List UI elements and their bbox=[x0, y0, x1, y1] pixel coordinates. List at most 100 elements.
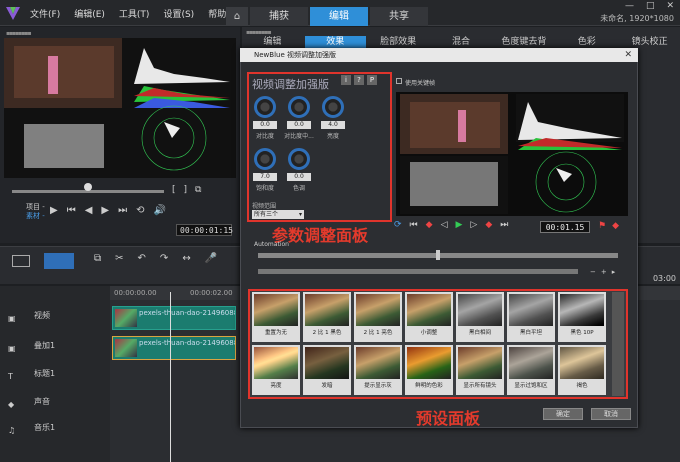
info-button[interactable]: i bbox=[341, 75, 351, 85]
maximize-icon[interactable]: □ bbox=[646, 1, 655, 11]
split-icon[interactable]: ⧉ bbox=[195, 185, 201, 195]
track-overlay[interactable]: ▣ 叠加1 bbox=[0, 338, 110, 360]
subtab-color[interactable]: 色彩 bbox=[556, 36, 617, 48]
end-icon[interactable]: ⏭ bbox=[118, 205, 127, 216]
preset-item[interactable]: 黑白平坦 bbox=[507, 292, 555, 342]
preset-item[interactable]: 小调整 bbox=[405, 292, 453, 342]
start-icon[interactable]: ⏮ bbox=[410, 220, 418, 230]
fit-icon[interactable]: ↔ bbox=[182, 253, 190, 264]
playhead[interactable] bbox=[170, 292, 171, 462]
options-tabs: 编辑 效果 脸部效果 混合 色度键去背 色彩 镜头校正 bbox=[242, 36, 680, 48]
scrubber-handle[interactable] bbox=[84, 183, 92, 191]
start-icon[interactable]: ⏮ bbox=[67, 205, 76, 216]
brightness-value[interactable]: 4.0 bbox=[321, 121, 345, 129]
menu-edit[interactable]: 编辑(E) bbox=[74, 7, 105, 20]
keyframe-next-icon[interactable]: ◆ bbox=[485, 220, 492, 230]
tab-edit[interactable]: 编辑 bbox=[310, 7, 368, 26]
prev-frame-icon[interactable]: ◁ bbox=[441, 220, 448, 230]
tab-capture[interactable]: 捕获 bbox=[250, 7, 308, 26]
ok-button[interactable]: 确定 bbox=[543, 408, 583, 420]
scissors-icon[interactable]: ✂ bbox=[115, 253, 123, 264]
end-icon[interactable]: ⏭ bbox=[500, 220, 508, 230]
subtab-face[interactable]: 脸部效果 bbox=[368, 36, 429, 48]
preset-item[interactable]: 提示显示灰 bbox=[354, 345, 402, 395]
preset-item[interactable]: 2 比 1 黑色 bbox=[303, 292, 351, 342]
timeline-view-icon[interactable] bbox=[44, 253, 74, 269]
prev-frame-icon[interactable]: ◀ bbox=[85, 205, 93, 216]
title-track-icon: T bbox=[8, 372, 13, 381]
subtab-lens[interactable]: 镜头校正 bbox=[619, 36, 680, 48]
preset-item[interactable]: 重置为无 bbox=[252, 292, 300, 342]
volume-icon[interactable]: 🔊 bbox=[154, 205, 166, 216]
copy-icon[interactable]: ⧉ bbox=[94, 253, 101, 264]
home-icon[interactable]: ⌂ bbox=[226, 7, 248, 26]
preset-button[interactable]: P bbox=[367, 75, 377, 85]
hue-knob[interactable] bbox=[288, 148, 310, 170]
preset-item[interactable]: 黑色 10P bbox=[558, 292, 606, 342]
subtab-blend[interactable]: 混合 bbox=[431, 36, 492, 48]
mark-in-icon[interactable]: [ bbox=[172, 185, 176, 195]
preset-item[interactable]: 2 比 1 亮色 bbox=[354, 292, 402, 342]
preset-item[interactable]: 发暗 bbox=[303, 345, 351, 395]
zoom-out-icon[interactable]: − bbox=[590, 268, 596, 276]
subtab-effects[interactable]: 效果 bbox=[304, 36, 366, 48]
automation-handle[interactable] bbox=[436, 250, 440, 260]
undo-icon[interactable]: ↶ bbox=[138, 253, 146, 264]
video-clip[interactable]: pexels-thuan-dao-2149608801-3 bbox=[112, 306, 236, 330]
hue-value[interactable]: 0.0 bbox=[287, 173, 311, 181]
dialog-close-icon[interactable]: ✕ bbox=[624, 50, 632, 60]
player-timecode[interactable]: 00:00:01:15 bbox=[176, 224, 233, 236]
preset-item[interactable]: 显示所有镜头 bbox=[456, 345, 504, 395]
dialog-timecode[interactable]: 00:01.15 bbox=[540, 221, 590, 233]
help-button[interactable]: ? bbox=[354, 75, 364, 85]
contrast-mid-knob[interactable] bbox=[288, 96, 310, 118]
track-title[interactable]: T 标题1 bbox=[0, 366, 110, 388]
menu-tools[interactable]: 工具(T) bbox=[119, 7, 150, 20]
preset-item[interactable]: 显示过饱和区 bbox=[507, 345, 555, 395]
contrast-knob[interactable] bbox=[254, 96, 276, 118]
play-icon[interactable]: ▶ bbox=[50, 205, 58, 216]
clip-mode[interactable]: 素材 - bbox=[26, 211, 45, 221]
mic-icon[interactable]: 🎤 bbox=[205, 253, 217, 264]
preset-item[interactable]: 鲜明的色彩 bbox=[405, 345, 453, 395]
tab-share[interactable]: 共享 bbox=[370, 7, 428, 26]
subtab-edit[interactable]: 编辑 bbox=[242, 36, 303, 48]
preset-item[interactable]: 黑白相间 bbox=[456, 292, 504, 342]
next-frame-icon[interactable]: ▶ bbox=[101, 205, 109, 216]
repeat-icon[interactable]: ⟲ bbox=[136, 205, 144, 216]
subtab-chroma[interactable]: 色度键去背 bbox=[493, 36, 554, 48]
preset-item[interactable]: 褐色 bbox=[558, 345, 606, 395]
keyframe-prev-icon[interactable]: ◆ bbox=[426, 220, 433, 230]
scroll-right-icon[interactable]: ▸ bbox=[612, 268, 616, 276]
loop-icon[interactable]: ⟳ bbox=[394, 220, 402, 230]
zoom-in-icon[interactable]: + bbox=[601, 268, 607, 276]
preset-item[interactable]: 亮度 bbox=[252, 345, 300, 395]
menu-settings[interactable]: 设置(S) bbox=[163, 7, 194, 20]
overlay-clip[interactable]: pexels-thuan-dao-2149608801-3 bbox=[112, 336, 236, 360]
close-icon[interactable]: ✕ bbox=[666, 1, 674, 11]
track-video[interactable]: ▣ 视频 bbox=[0, 308, 110, 330]
saturation-value[interactable]: 7.0 bbox=[253, 173, 277, 181]
track-music[interactable]: ♫ 音乐1 bbox=[0, 420, 110, 442]
diamond-icon[interactable]: ◆ bbox=[612, 221, 619, 231]
automation-scrollbar[interactable] bbox=[258, 269, 578, 274]
minimize-icon[interactable]: — bbox=[625, 1, 634, 11]
presets-scrollbar[interactable] bbox=[612, 292, 624, 396]
redo-icon[interactable]: ↷ bbox=[160, 253, 168, 264]
brightness-knob[interactable] bbox=[322, 96, 344, 118]
params-panel bbox=[247, 72, 392, 222]
video-range-select[interactable]: 所有三个 ▾ bbox=[252, 210, 304, 219]
storyboard-view-icon[interactable] bbox=[12, 255, 30, 267]
saturation-knob[interactable] bbox=[254, 148, 276, 170]
play-icon[interactable]: ▶ bbox=[456, 220, 463, 230]
preset-thumbnail bbox=[407, 294, 451, 326]
next-frame-icon[interactable]: ▷ bbox=[470, 220, 477, 230]
track-voice[interactable]: ◆ 声音 bbox=[0, 394, 110, 416]
mark-out-icon[interactable]: ] bbox=[184, 185, 188, 195]
menu-file[interactable]: 文件(F) bbox=[30, 7, 60, 20]
cancel-button[interactable]: 取消 bbox=[591, 408, 631, 420]
contrast-mid-value[interactable]: 0.0 bbox=[287, 121, 311, 129]
add-keyframe-icon[interactable]: ⚑ bbox=[598, 221, 606, 231]
contrast-value[interactable]: 0.0 bbox=[253, 121, 277, 129]
keyframe-checkbox[interactable] bbox=[396, 78, 402, 84]
